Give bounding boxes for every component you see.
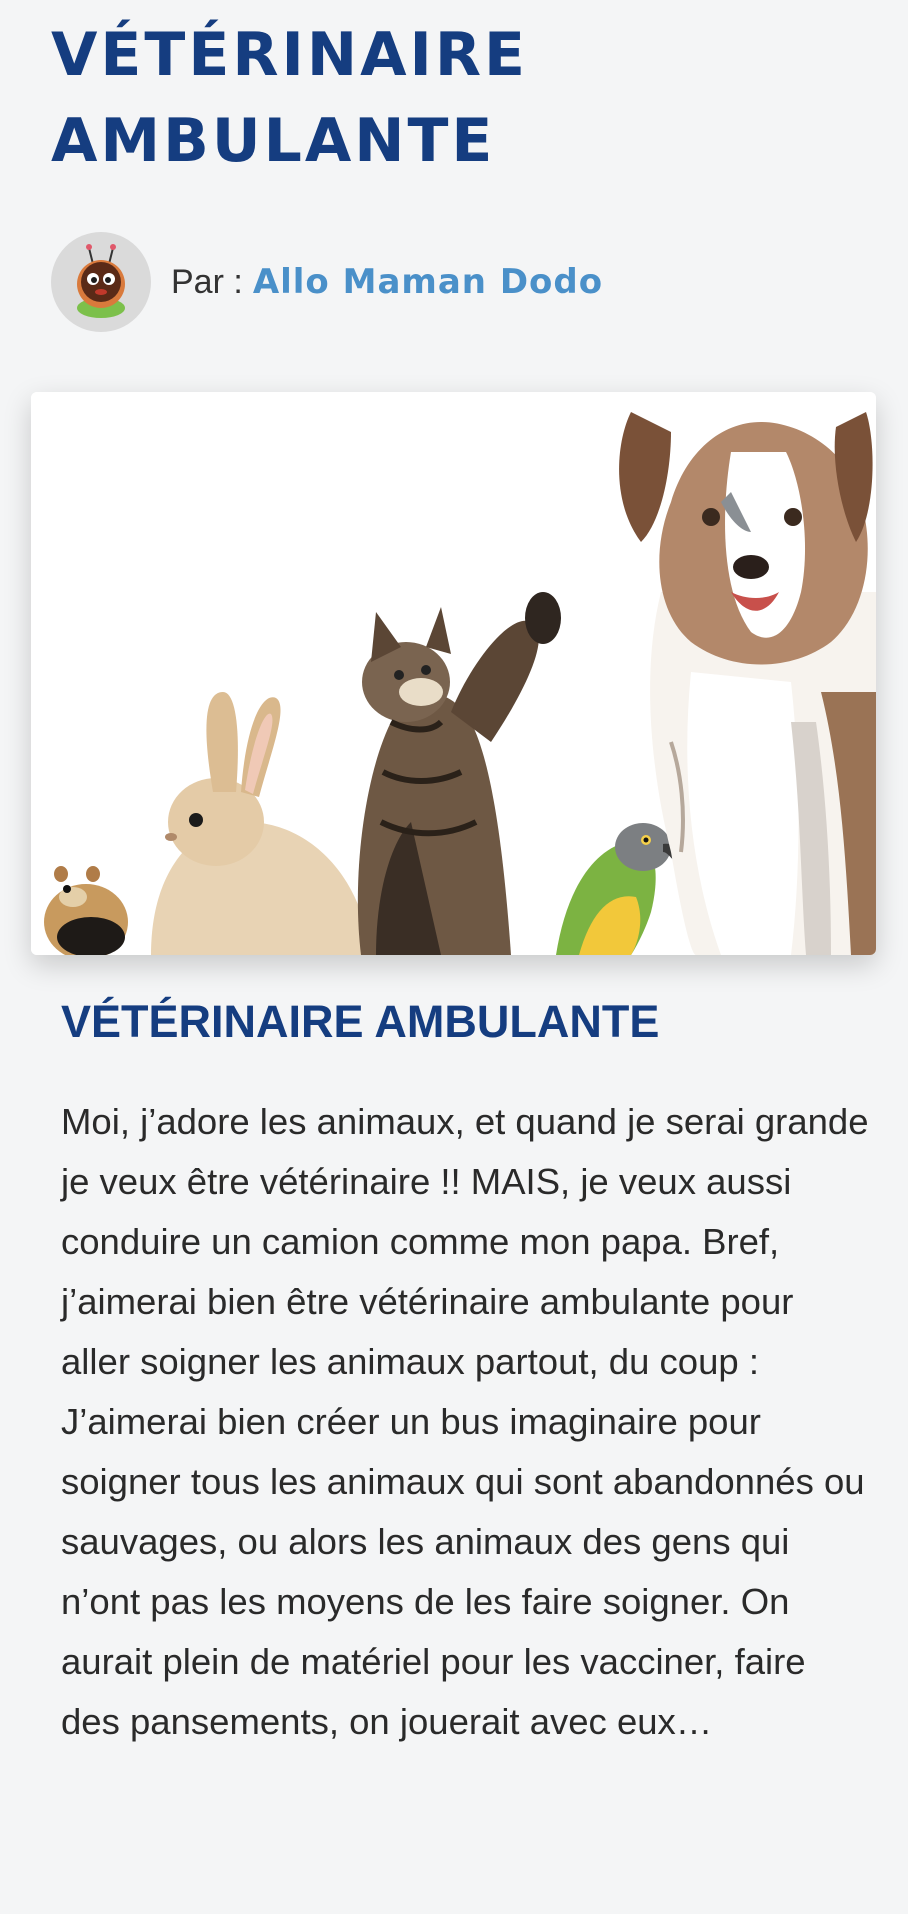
author-byline: Par : Allo Maman Dodo bbox=[51, 232, 603, 332]
author-prefix: Par : bbox=[171, 262, 243, 301]
article-paragraph-2: J’aimerai bien créer un bus imaginaire p… bbox=[61, 1401, 865, 1742]
article-heading: VÉTÉRINAIRE AMBULANTE bbox=[61, 996, 660, 1047]
animals-group-image bbox=[31, 392, 876, 955]
hero-image bbox=[31, 392, 876, 955]
article-page: VÉTÉRINAIRE AMBULANTE Par: Allo Maman D… bbox=[0, 0, 908, 1914]
author-avatar[interactable] bbox=[51, 232, 151, 332]
page-title: VÉTÉRINAIRE AMBULANTE bbox=[51, 12, 651, 184]
page-title-line-1: VÉTÉRINAIRE bbox=[51, 20, 529, 90]
ladybug-mascot-icon bbox=[77, 244, 125, 318]
page-title-line-2: AMBULANTE bbox=[51, 106, 496, 176]
author-link[interactable]: Allo Maman Dodo bbox=[253, 262, 603, 302]
article-body: Moi, j’adore les animaux, et quand je se… bbox=[61, 1092, 871, 1752]
article-paragraph-1: Moi, j’adore les animaux, et quand je se… bbox=[61, 1101, 869, 1382]
